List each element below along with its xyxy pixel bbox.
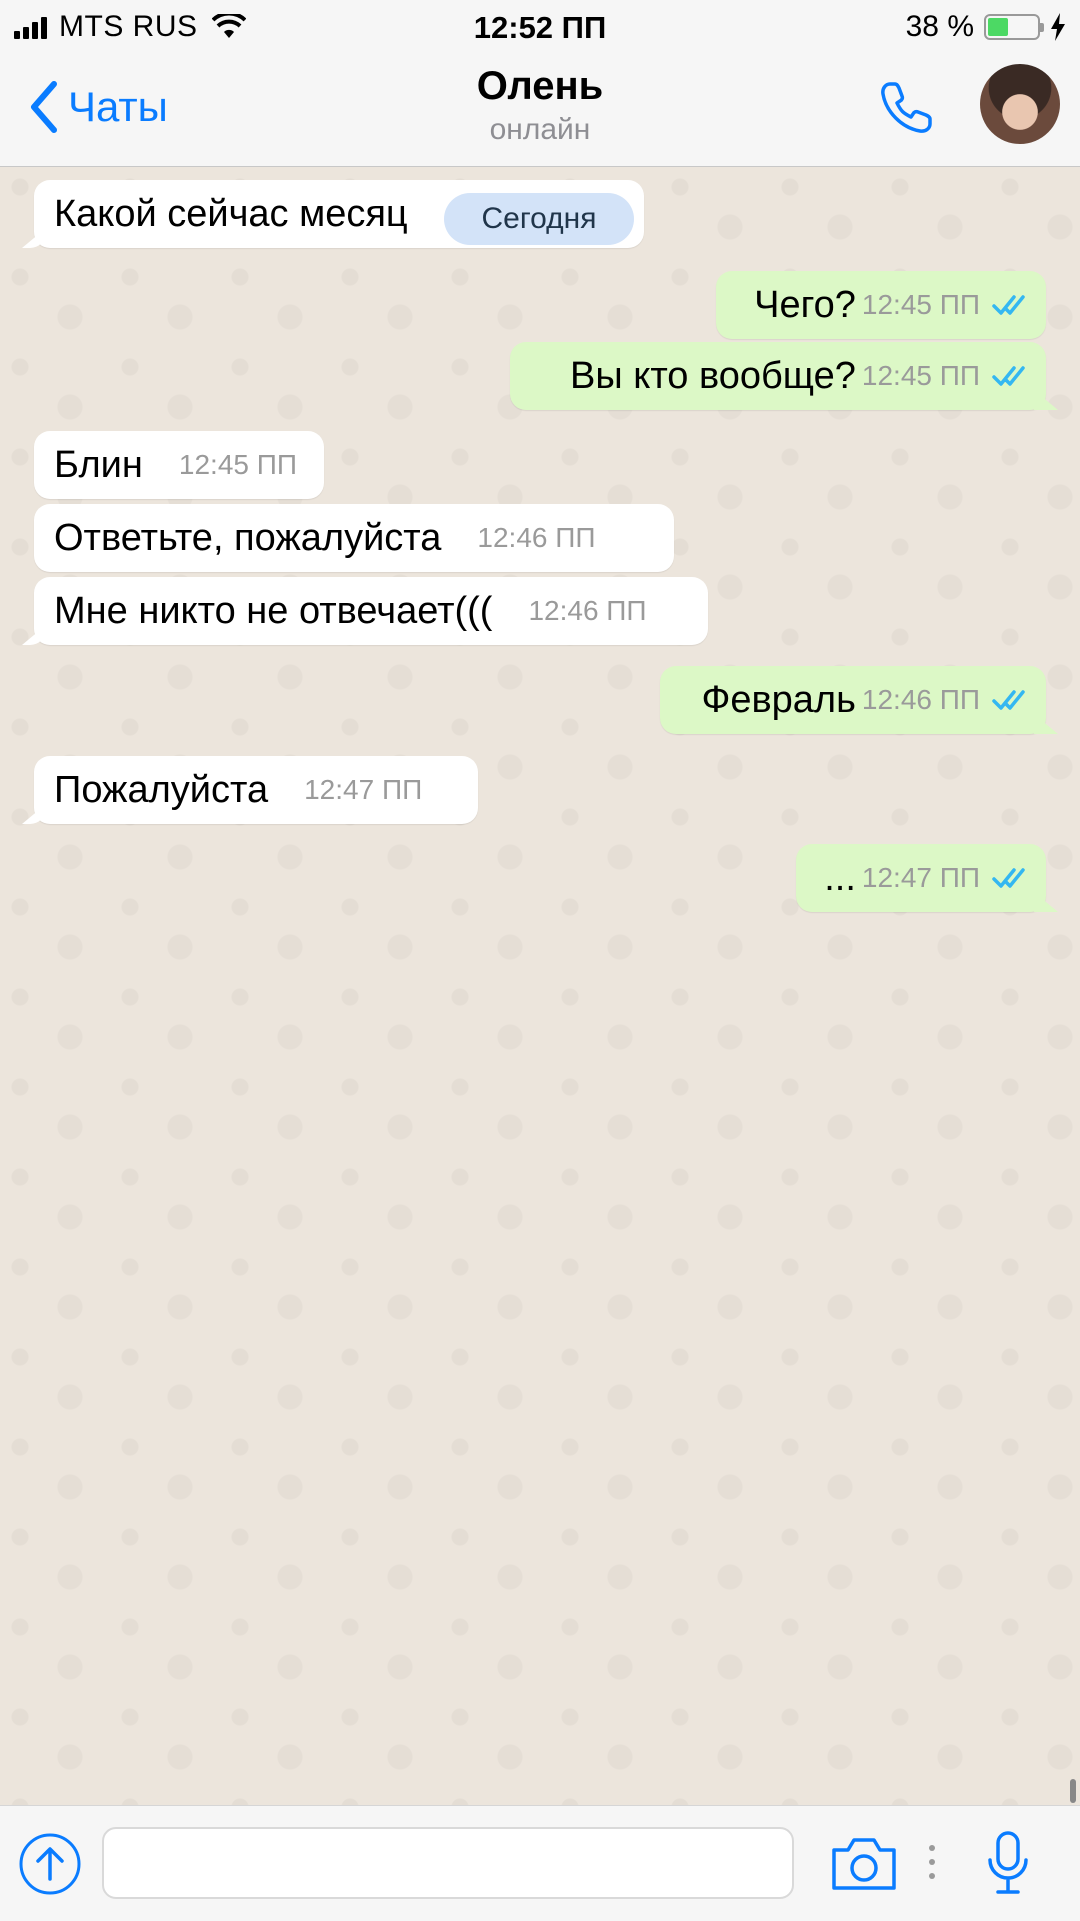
message-time: 12:45 ПП bbox=[178, 449, 298, 480]
message-text: Пожалуйста bbox=[54, 768, 269, 811]
message-bubble-outgoing[interactable]: Вы кто вообще? 12:45 ПП bbox=[510, 342, 1046, 410]
message-text: ... bbox=[824, 856, 856, 899]
message-bubble-outgoing[interactable]: Февраль 12:46 ПП bbox=[660, 666, 1046, 734]
message-bubble-outgoing[interactable]: ... 12:47 ПП bbox=[796, 844, 1046, 912]
message-text: Чего? bbox=[754, 283, 856, 326]
double-check-icon bbox=[992, 295, 1025, 315]
microphone-icon[interactable] bbox=[986, 1830, 1030, 1896]
status-right: 38 % bbox=[906, 10, 1066, 44]
avatar[interactable] bbox=[980, 64, 1060, 144]
double-check-icon bbox=[992, 868, 1025, 888]
message-time: 12:46 ПП bbox=[528, 595, 647, 626]
message-input[interactable] bbox=[102, 1827, 794, 1899]
message-text: Ответьте, пожалуйста bbox=[54, 516, 442, 559]
charging-icon bbox=[1051, 13, 1065, 41]
message-text: Какой сейчас месяц bbox=[54, 192, 408, 235]
message-text: Февраль bbox=[701, 678, 856, 721]
message-time: 12:45 ПП bbox=[861, 289, 980, 320]
double-check-icon bbox=[992, 366, 1025, 386]
message-time: 12:47 ПП bbox=[304, 774, 423, 805]
message-time: 12:46 ПП bbox=[861, 684, 980, 715]
chat-area[interactable]: Какой сейчас месяц Сегодня Чего? 12:45 П… bbox=[0, 167, 1080, 1805]
battery-percent: 38 % bbox=[905, 10, 974, 43]
message-time: 12:46 ПП bbox=[477, 522, 596, 553]
camera-icon[interactable] bbox=[830, 1836, 898, 1892]
more-dots-icon bbox=[929, 1845, 935, 1879]
message-bubble-incoming[interactable]: Ответьте, пожалуйста 12:46 ПП bbox=[34, 504, 674, 572]
message-time: 12:45 ПП bbox=[861, 360, 980, 391]
message-text: Мне никто не отвечает((( bbox=[54, 589, 493, 632]
message-bubble-outgoing[interactable]: Чего? 12:45 ПП bbox=[716, 271, 1046, 339]
battery-icon bbox=[984, 14, 1044, 40]
composer-bar bbox=[0, 1805, 1080, 1921]
date-separator: Сегодня bbox=[444, 193, 634, 245]
message-time: 12:47 ПП bbox=[861, 862, 980, 893]
phone-icon[interactable] bbox=[876, 78, 936, 138]
status-bar: MTS RUS 12:52 ПП 38 % bbox=[0, 0, 1080, 56]
message-bubble-incoming[interactable]: Блин 12:45 ПП bbox=[34, 431, 324, 499]
attach-up-arrow-icon[interactable] bbox=[18, 1832, 82, 1896]
double-check-icon bbox=[992, 690, 1025, 710]
message-bubble-incoming[interactable]: Мне никто не отвечает((( 12:46 ПП bbox=[34, 577, 708, 645]
message-text: Вы кто вообще? bbox=[570, 354, 856, 397]
message-bubble-incoming[interactable]: Пожалуйста 12:47 ПП bbox=[34, 756, 478, 824]
chat-header: Чаты Олень онлайн bbox=[0, 56, 1080, 167]
message-text: Блин bbox=[54, 443, 143, 486]
scroll-indicator[interactable] bbox=[1070, 1779, 1076, 1803]
